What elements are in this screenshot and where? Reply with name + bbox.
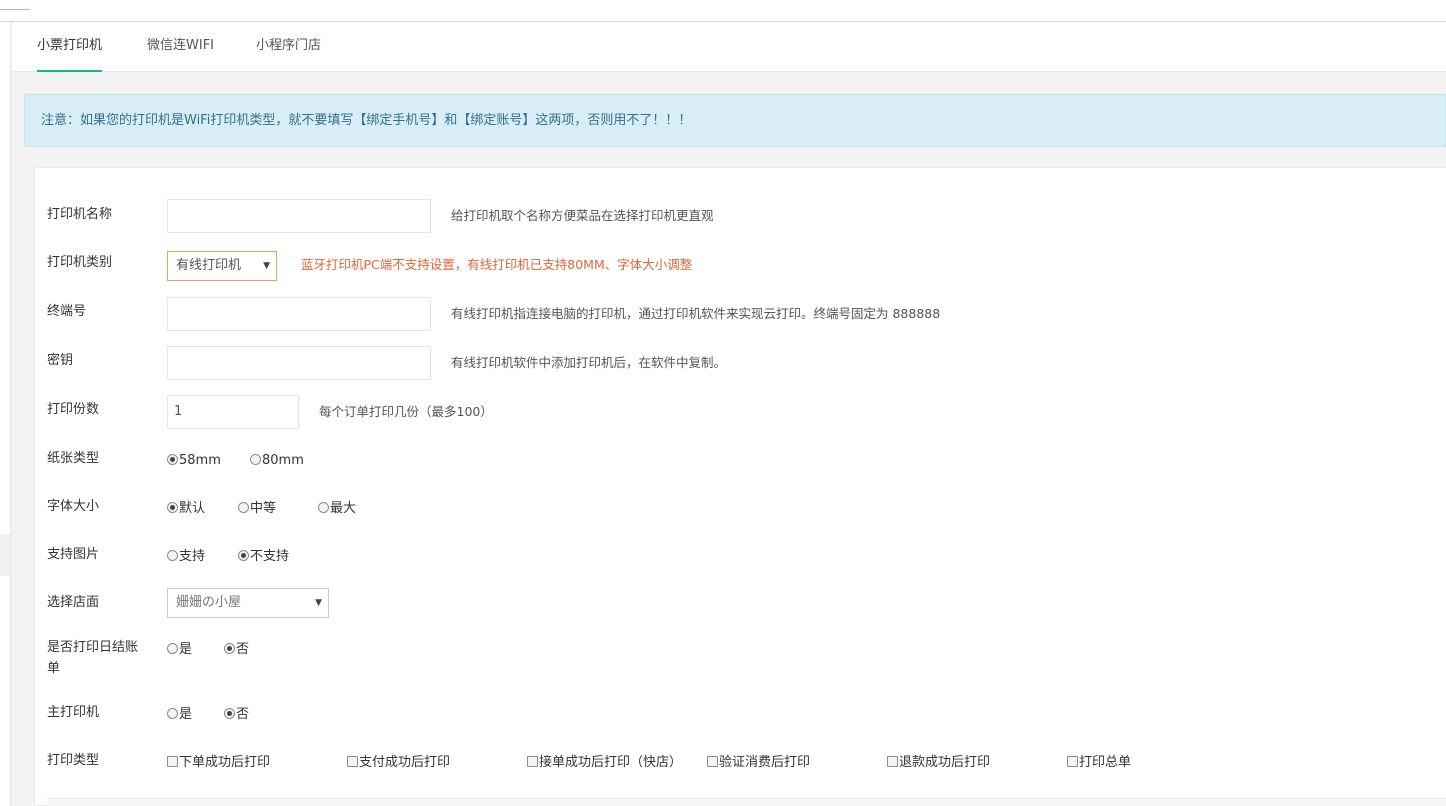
- paper-58mm-option[interactable]: 58mm: [167, 451, 221, 471]
- printer-name-hint: 给打印机取个名称方便菜品在选择打印机更直观: [451, 208, 714, 223]
- printer-type-select[interactable]: 有线打印机 ▼: [167, 251, 277, 281]
- copies-label: 打印份数: [47, 402, 100, 417]
- font-size-label: 字体大小: [47, 499, 100, 514]
- print-after-accept-label: 接单成功后打印（快店）: [539, 755, 683, 770]
- image-support-option[interactable]: 支持: [167, 547, 205, 567]
- notice-banner: 注意：如果您的打印机是WiFi打印机类型，就不要填写【绑定手机号】和【绑定账号】…: [24, 94, 1446, 147]
- print-after-order-option[interactable]: 下单成功后打印: [167, 753, 270, 773]
- checkbox-icon[interactable]: [707, 756, 718, 767]
- radio-checked-icon[interactable]: [224, 643, 235, 654]
- daily-yes-option[interactable]: 是: [167, 640, 192, 660]
- menu-stub-line: [0, 9, 30, 10]
- print-type-label: 打印类型: [47, 753, 100, 768]
- store-select[interactable]: 姗姗の小屋 ▼: [167, 588, 329, 618]
- font-max-option[interactable]: 最大: [318, 499, 356, 519]
- radio-unchecked-icon[interactable]: [250, 454, 261, 465]
- image-nosupport-option[interactable]: 不支持: [238, 547, 289, 567]
- tab-bar: 小票打印机 微信连WIFI 小程序门店: [12, 22, 1446, 72]
- terminal-input[interactable]: [167, 297, 431, 331]
- radio-checked-icon[interactable]: [238, 550, 249, 561]
- print-after-payment-label: 支付成功后打印: [359, 755, 451, 770]
- radio-unchecked-icon[interactable]: [167, 550, 178, 561]
- paper-80mm-label: 80mm: [262, 453, 304, 468]
- print-after-refund-option[interactable]: 退款成功后打印: [887, 753, 990, 773]
- daily-no-label: 否: [236, 642, 250, 657]
- main-yes-label: 是: [179, 707, 193, 722]
- main-yes-option[interactable]: 是: [167, 705, 192, 725]
- support-image-label: 支持图片: [47, 547, 100, 562]
- secret-input[interactable]: [167, 346, 431, 380]
- font-max-label: 最大: [330, 501, 357, 516]
- print-after-verify-option[interactable]: 验证消费后打印: [707, 753, 810, 773]
- printer-name-label: 打印机名称: [47, 207, 113, 222]
- print-after-refund-label: 退款成功后打印: [899, 755, 991, 770]
- radio-checked-icon[interactable]: [224, 708, 235, 719]
- tab-mini-program-store[interactable]: 小程序门店: [256, 22, 321, 72]
- radio-unchecked-icon[interactable]: [167, 708, 178, 719]
- paper-58mm-label: 58mm: [179, 453, 221, 468]
- image-support-label: 支持: [179, 549, 206, 564]
- checkbox-icon[interactable]: [167, 756, 178, 767]
- paper-type-label: 纸张类型: [47, 451, 100, 466]
- store-label: 选择店面: [47, 595, 100, 610]
- store-selected: 姗姗の小屋: [176, 595, 242, 610]
- print-after-payment-option[interactable]: 支付成功后打印: [347, 753, 450, 773]
- main-no-option[interactable]: 否: [224, 705, 249, 725]
- main-printer-label: 主打印机: [47, 705, 100, 720]
- checkbox-icon[interactable]: [1067, 756, 1078, 767]
- main-no-label: 否: [236, 707, 250, 722]
- checkbox-icon[interactable]: [887, 756, 898, 767]
- print-after-order-label: 下单成功后打印: [179, 755, 271, 770]
- printer-type-selected: 有线打印机: [176, 258, 242, 273]
- image-nosupport-label: 不支持: [250, 549, 290, 564]
- radio-checked-icon[interactable]: [167, 502, 178, 513]
- daily-summary-label: 是否打印日结账: [47, 640, 139, 655]
- chevron-down-icon: ▼: [263, 261, 270, 271]
- font-default-option[interactable]: 默认: [167, 499, 205, 519]
- printer-type-label: 打印机类别: [47, 255, 113, 270]
- font-default-label: 默认: [179, 501, 206, 516]
- chevron-down-icon: ▼: [315, 598, 322, 608]
- radio-checked-icon[interactable]: [167, 454, 178, 465]
- checkbox-icon[interactable]: [527, 756, 538, 767]
- terminal-hint: 有线打印机指连接电脑的打印机，通过打印机软件来实现云打印。终端号固定为 8888…: [451, 306, 941, 321]
- tab-wechat-wifi[interactable]: 微信连WIFI: [147, 22, 214, 72]
- top-bar: [0, 0, 1446, 22]
- radio-unchecked-icon[interactable]: [238, 502, 249, 513]
- left-sidebar-strip: [0, 22, 11, 806]
- radio-unchecked-icon[interactable]: [167, 643, 178, 654]
- terminal-label: 终端号: [47, 304, 87, 319]
- printer-type-hint: 蓝牙打印机PC端不支持设置，有线打印机已支持80MM、字体大小调整: [301, 257, 693, 272]
- daily-summary-label-wrap: 单: [47, 661, 61, 676]
- font-medium-label: 中等: [250, 501, 277, 516]
- printer-name-input[interactable]: [167, 199, 431, 233]
- secret-label: 密钥: [47, 353, 74, 368]
- copies-hint: 每个订单打印几份（最多100）: [319, 404, 493, 419]
- paper-80mm-option[interactable]: 80mm: [250, 451, 304, 471]
- print-summary-option[interactable]: 打印总单: [1067, 753, 1131, 773]
- copies-input[interactable]: 1: [167, 395, 299, 429]
- sidebar-marker: [0, 534, 10, 576]
- checkbox-icon[interactable]: [347, 756, 358, 767]
- tab-receipt-printer[interactable]: 小票打印机: [37, 22, 103, 72]
- radio-unchecked-icon[interactable]: [318, 502, 329, 513]
- print-after-verify-label: 验证消费后打印: [719, 755, 811, 770]
- daily-yes-label: 是: [179, 642, 193, 657]
- bottom-section-edge: [47, 798, 1446, 806]
- font-medium-option[interactable]: 中等: [238, 499, 276, 519]
- print-after-accept-option[interactable]: 接单成功后打印（快店）: [527, 753, 682, 773]
- print-summary-label: 打印总单: [1079, 755, 1132, 770]
- daily-no-option[interactable]: 否: [224, 640, 249, 660]
- secret-hint: 有线打印机软件中添加打印机后，在软件中复制。: [451, 355, 727, 370]
